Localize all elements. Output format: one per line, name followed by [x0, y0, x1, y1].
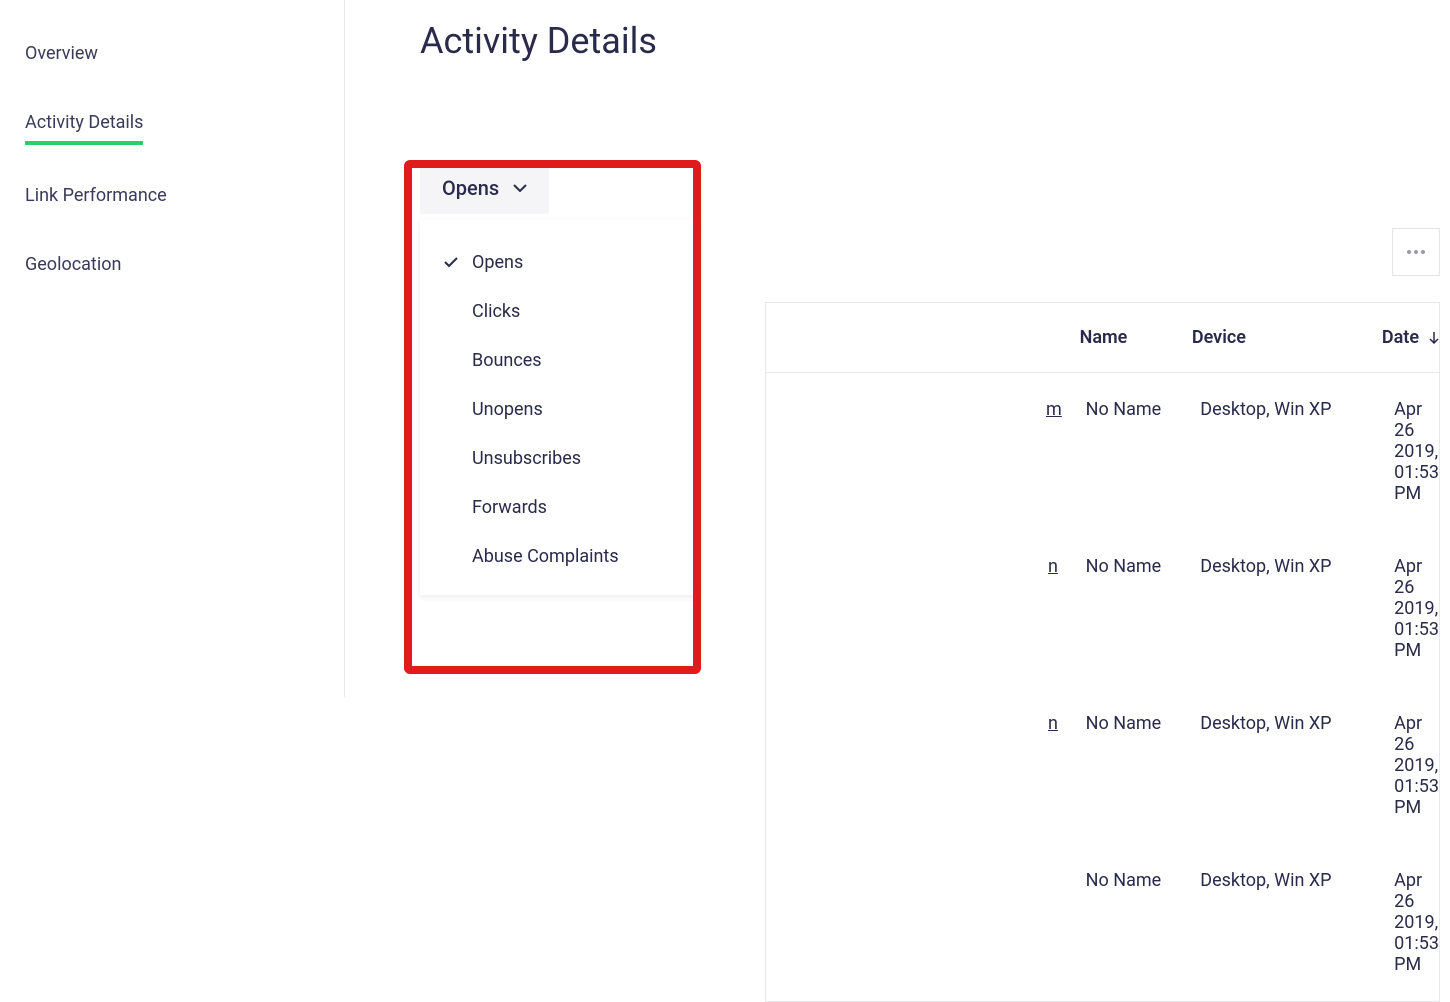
email-link[interactable]: n [1048, 556, 1058, 577]
cell-device: Desktop, Win XP [1200, 870, 1394, 975]
dropdown-option-label: Abuse Complaints [472, 546, 619, 567]
table-header-device[interactable]: Device [1192, 327, 1382, 348]
chevron-down-icon [513, 184, 527, 192]
check-icon [442, 257, 460, 268]
dropdown-option-clicks[interactable]: Clicks [420, 287, 700, 336]
cell-device: Desktop, Win XP [1200, 399, 1394, 504]
cell-date: Apr 26 2019, 01:53 PM [1394, 556, 1439, 661]
table-header-name[interactable]: Name [1080, 327, 1192, 348]
table-row: n No Name Desktop, Win XP Apr 26 2019, 0… [766, 530, 1439, 687]
dropdown-option-unsubscribes[interactable]: Unsubscribes [420, 434, 700, 483]
table-row: No Name Desktop, Win XP Apr 26 2019, 01:… [766, 844, 1439, 1001]
dropdown-option-opens[interactable]: Opens [420, 238, 700, 287]
cell-name: No Name [1086, 399, 1201, 504]
cell-name: No Name [1086, 870, 1201, 975]
dropdown-option-label: Opens [472, 252, 523, 273]
email-link[interactable]: n [1048, 713, 1058, 734]
sidebar-item-geolocation[interactable]: Geolocation [25, 246, 121, 283]
dots-icon [1421, 250, 1425, 254]
page-title: Activity Details [420, 20, 1440, 62]
dropdown-option-abuse-complaints[interactable]: Abuse Complaints [420, 532, 700, 581]
sidebar-item-link-performance[interactable]: Link Performance [25, 177, 167, 214]
table-header-date-label: Date [1382, 327, 1419, 348]
main-content: Activity Details Opens Opens Clicks Boun… [345, 0, 1450, 697]
table-header-row: Name Device Date [766, 303, 1439, 373]
cell-date: Apr 26 2019, 01:53 PM [1394, 399, 1439, 504]
dropdown-option-unopens[interactable]: Unopens [420, 385, 700, 434]
table-row: m No Name Desktop, Win XP Apr 26 2019, 0… [766, 373, 1439, 530]
filter-dropdown-trigger[interactable]: Opens [420, 162, 549, 214]
cell-date: Apr 26 2019, 01:53 PM [1394, 870, 1439, 975]
sidebar-item-activity-details[interactable]: Activity Details [25, 104, 143, 145]
sidebar: Overview Activity Details Link Performan… [0, 0, 345, 697]
sidebar-item-overview[interactable]: Overview [25, 35, 98, 72]
dropdown-option-label: Bounces [472, 350, 542, 371]
filter-selected-label: Opens [442, 176, 499, 200]
table-row: n No Name Desktop, Win XP Apr 26 2019, 0… [766, 687, 1439, 844]
cell-device: Desktop, Win XP [1200, 556, 1394, 661]
filter-dropdown: Opens Opens Clicks Bounces Unopens [420, 162, 549, 214]
more-actions-button[interactable] [1392, 228, 1440, 276]
cell-date: Apr 26 2019, 01:53 PM [1394, 713, 1439, 818]
dropdown-option-label: Unsubscribes [472, 448, 581, 469]
table-header-date[interactable]: Date [1382, 327, 1439, 348]
cell-name: No Name [1086, 556, 1201, 661]
sort-arrow-down-icon [1429, 332, 1439, 344]
table-header-email[interactable] [766, 327, 1080, 348]
dropdown-option-label: Unopens [472, 399, 543, 420]
dropdown-option-label: Forwards [472, 497, 547, 518]
dots-icon [1407, 250, 1411, 254]
filter-dropdown-menu: Opens Clicks Bounces Unopens Unsubscribe… [420, 220, 700, 595]
cell-name: No Name [1086, 713, 1201, 818]
dropdown-option-label: Clicks [472, 301, 520, 322]
cell-device: Desktop, Win XP [1200, 713, 1394, 818]
activity-table: Name Device Date m No Name Desktop, Win … [765, 302, 1440, 1002]
dropdown-option-forwards[interactable]: Forwards [420, 483, 700, 532]
dropdown-option-bounces[interactable]: Bounces [420, 336, 700, 385]
dots-icon [1414, 250, 1418, 254]
email-link[interactable]: m [1046, 399, 1062, 420]
